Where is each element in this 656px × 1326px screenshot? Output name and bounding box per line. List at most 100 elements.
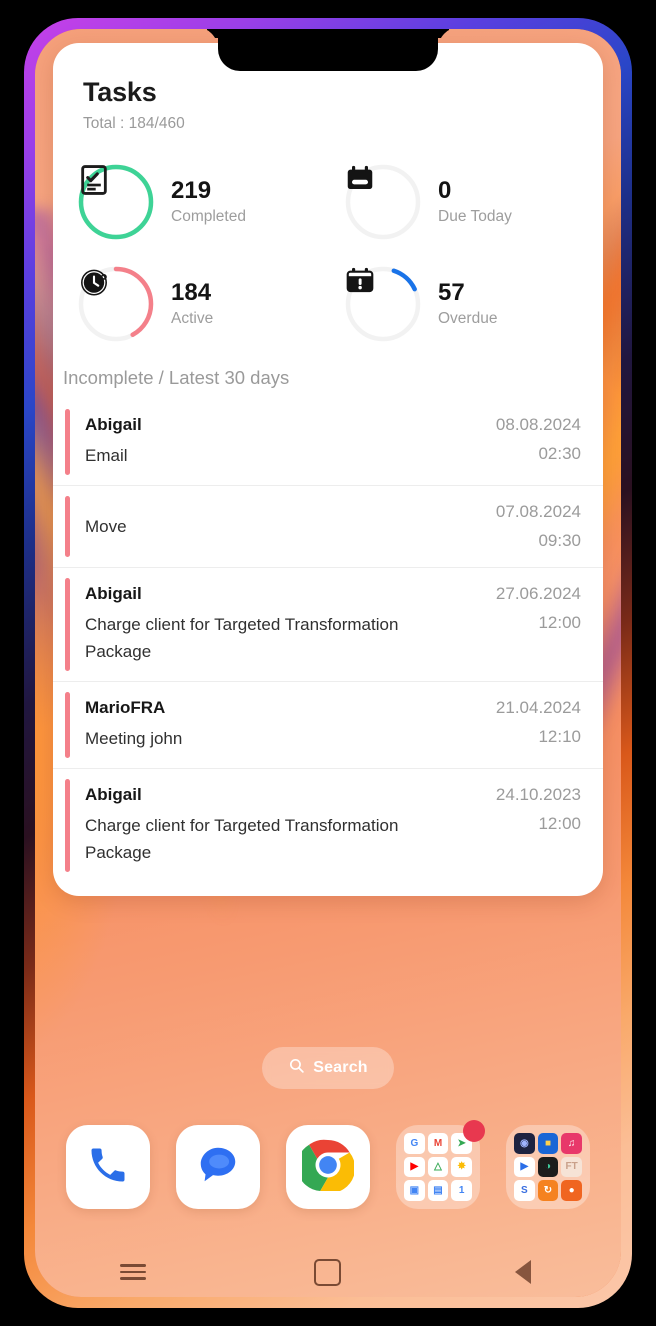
task-date: 24.10.2023 xyxy=(495,785,581,805)
folder-app-icon[interactable]: ◑ xyxy=(537,1156,559,1178)
folder-app-icon[interactable]: ✸ xyxy=(451,1156,472,1178)
task-accent-bar xyxy=(65,496,70,558)
media-folder[interactable]: ◉ ■ ♫ ▶ ◑ FT S ↻ ● xyxy=(506,1125,590,1209)
folder-app-icon[interactable]: ▣ xyxy=(404,1180,425,1201)
page-title: Tasks xyxy=(83,77,157,107)
chrome-app[interactable] xyxy=(286,1125,370,1209)
stat-text: 57 Overdue xyxy=(438,280,497,328)
task-due: 27.06.2024 12:00 xyxy=(486,584,581,633)
stat-card-due-today[interactable]: 0 Due Today xyxy=(328,157,595,247)
task-due: 08.08.2024 02:30 xyxy=(486,415,581,464)
folder-app-icon[interactable]: ↻ xyxy=(537,1180,559,1201)
progress-ring xyxy=(344,265,422,343)
task-description: Move xyxy=(85,516,127,536)
task-accent-bar xyxy=(65,779,70,873)
phone-device: Tasks Total : 184/460 219 Completed 0 Due T… xyxy=(24,18,632,1308)
stat-value: 57 xyxy=(438,278,465,306)
task-assignee: Abigail xyxy=(85,415,142,434)
folder-app-icon[interactable]: ▤ xyxy=(427,1180,449,1201)
task-assignee: Abigail xyxy=(85,584,142,604)
home-button[interactable] xyxy=(298,1252,358,1292)
stats-grid: 219 Completed 0 Due Today 184 Active 57 Overdue xyxy=(53,133,603,353)
phone-screen: Tasks Total : 184/460 219 Completed 0 Due T… xyxy=(35,29,621,1297)
task-time: 09:30 xyxy=(538,531,581,551)
tasks-widget[interactable]: Tasks Total : 184/460 219 Completed 0 Due T… xyxy=(53,43,603,897)
folder-app-icon[interactable]: △ xyxy=(427,1156,449,1178)
task-description: Email xyxy=(85,446,128,465)
message-bubble-icon xyxy=(195,1142,241,1193)
stat-card-completed[interactable]: 219 Completed xyxy=(61,157,328,247)
progress-ring xyxy=(77,163,155,241)
folder-app-icon[interactable]: G xyxy=(404,1133,425,1154)
folder-app-icon[interactable]: M xyxy=(427,1133,449,1154)
stat-value: 0 xyxy=(438,176,452,204)
task-accent-bar xyxy=(65,692,70,759)
task-date: 07.08.2024 xyxy=(495,502,581,522)
progress-ring xyxy=(77,265,155,343)
folder-app-icon[interactable]: 1 xyxy=(451,1180,472,1201)
task-row[interactable]: Move 07.08.2024 09:30 xyxy=(53,485,603,567)
stat-text: 184 Active xyxy=(171,280,213,328)
back-button[interactable] xyxy=(493,1252,553,1292)
phone-app[interactable] xyxy=(66,1125,150,1209)
task-time: 12:10 xyxy=(538,727,581,747)
phone-icon xyxy=(86,1143,130,1192)
stat-text: 0 Due Today xyxy=(438,178,512,226)
task-content: Abigail Charge client for Targeted Transf… xyxy=(85,584,415,665)
task-row[interactable]: Abigail Charge client for Targeted Transf… xyxy=(53,567,603,681)
stat-text: 219 Completed xyxy=(171,178,246,226)
progress-ring xyxy=(344,163,422,241)
task-due: 24.10.2023 12:00 xyxy=(486,785,581,834)
task-date: 21.04.2024 xyxy=(495,698,581,718)
task-row[interactable]: Abigail Email 08.08.2024 02:30 xyxy=(53,399,603,485)
task-row[interactable]: MarioFRA Meeting john 21.04.2024 12:10 xyxy=(53,681,603,768)
task-assignee: Abigail xyxy=(85,785,142,805)
task-accent-bar xyxy=(65,578,70,672)
task-due: 21.04.2024 12:10 xyxy=(486,698,581,747)
hamburger-icon xyxy=(119,1260,146,1284)
task-row[interactable]: Abigail Charge client for Targeted Transf… xyxy=(53,768,603,882)
folder-app-icon[interactable]: ◉ xyxy=(514,1133,535,1154)
notification-badge xyxy=(463,1120,485,1142)
task-description: Meeting john xyxy=(85,729,183,749)
task-date: 27.06.2024 xyxy=(495,584,581,604)
task-description: Charge client for Targeted Transformatio… xyxy=(85,615,399,661)
square-home-icon xyxy=(314,1258,342,1286)
task-list: Abigail Email 08.08.2024 02:30 Move 07.08.202… xyxy=(53,399,603,896)
task-accent-bar xyxy=(65,409,70,476)
task-content: MarioFRA Meeting john xyxy=(85,698,182,752)
task-date: 08.08.2024 xyxy=(495,415,581,434)
stat-card-overdue[interactable]: 57 Overdue xyxy=(328,259,595,349)
folder-app-icon[interactable]: ▶ xyxy=(514,1156,535,1178)
search-bar[interactable]: Search xyxy=(262,1047,394,1089)
task-due: 07.08.2024 09:30 xyxy=(486,502,581,551)
folder-app-icon[interactable]: FT xyxy=(561,1156,582,1178)
folder-app-icon[interactable]: ▶ xyxy=(404,1156,425,1178)
recents-button[interactable] xyxy=(103,1252,163,1292)
task-content: Abigail Charge client for Targeted Transf… xyxy=(85,785,415,866)
task-time: 02:30 xyxy=(538,444,581,463)
folder-app-icon[interactable]: ■ xyxy=(537,1133,559,1154)
google-folder[interactable]: G M ➤ ▶ △ ✸ ▣ ▤ 1 xyxy=(396,1120,485,1209)
search-label: Search xyxy=(313,1059,368,1076)
stat-value: 219 xyxy=(171,176,212,204)
section-title: Incomplete / Latest 30 days xyxy=(63,367,290,388)
folder-app-icon[interactable]: ● xyxy=(561,1180,582,1201)
stat-label: Overdue xyxy=(438,310,498,328)
messages-app[interactable] xyxy=(176,1125,260,1209)
task-assignee: MarioFRA xyxy=(85,698,166,718)
stat-value: 184 xyxy=(171,278,212,306)
stat-label: Completed xyxy=(171,208,246,226)
triangle-back-icon xyxy=(515,1260,532,1284)
folder-app-icon[interactable]: S xyxy=(514,1180,535,1201)
task-time: 12:00 xyxy=(538,613,581,633)
total-count-label: Total : 184/460 xyxy=(83,115,185,132)
stat-label: Active xyxy=(171,310,214,328)
folder-app-icon[interactable]: ♫ xyxy=(561,1133,582,1154)
app-dock: G M ➤ ▶ △ ✸ ▣ ▤ 1 ◉ ■ ♫ ▶ ◑ FT S ↻ ● xyxy=(35,1120,621,1209)
task-description: Charge client for Targeted Transformatio… xyxy=(85,816,399,862)
search-icon xyxy=(288,1057,305,1079)
stat-label: Due Today xyxy=(438,208,512,226)
stat-card-active[interactable]: 184 Active xyxy=(61,259,328,349)
chrome-icon xyxy=(296,1139,356,1196)
